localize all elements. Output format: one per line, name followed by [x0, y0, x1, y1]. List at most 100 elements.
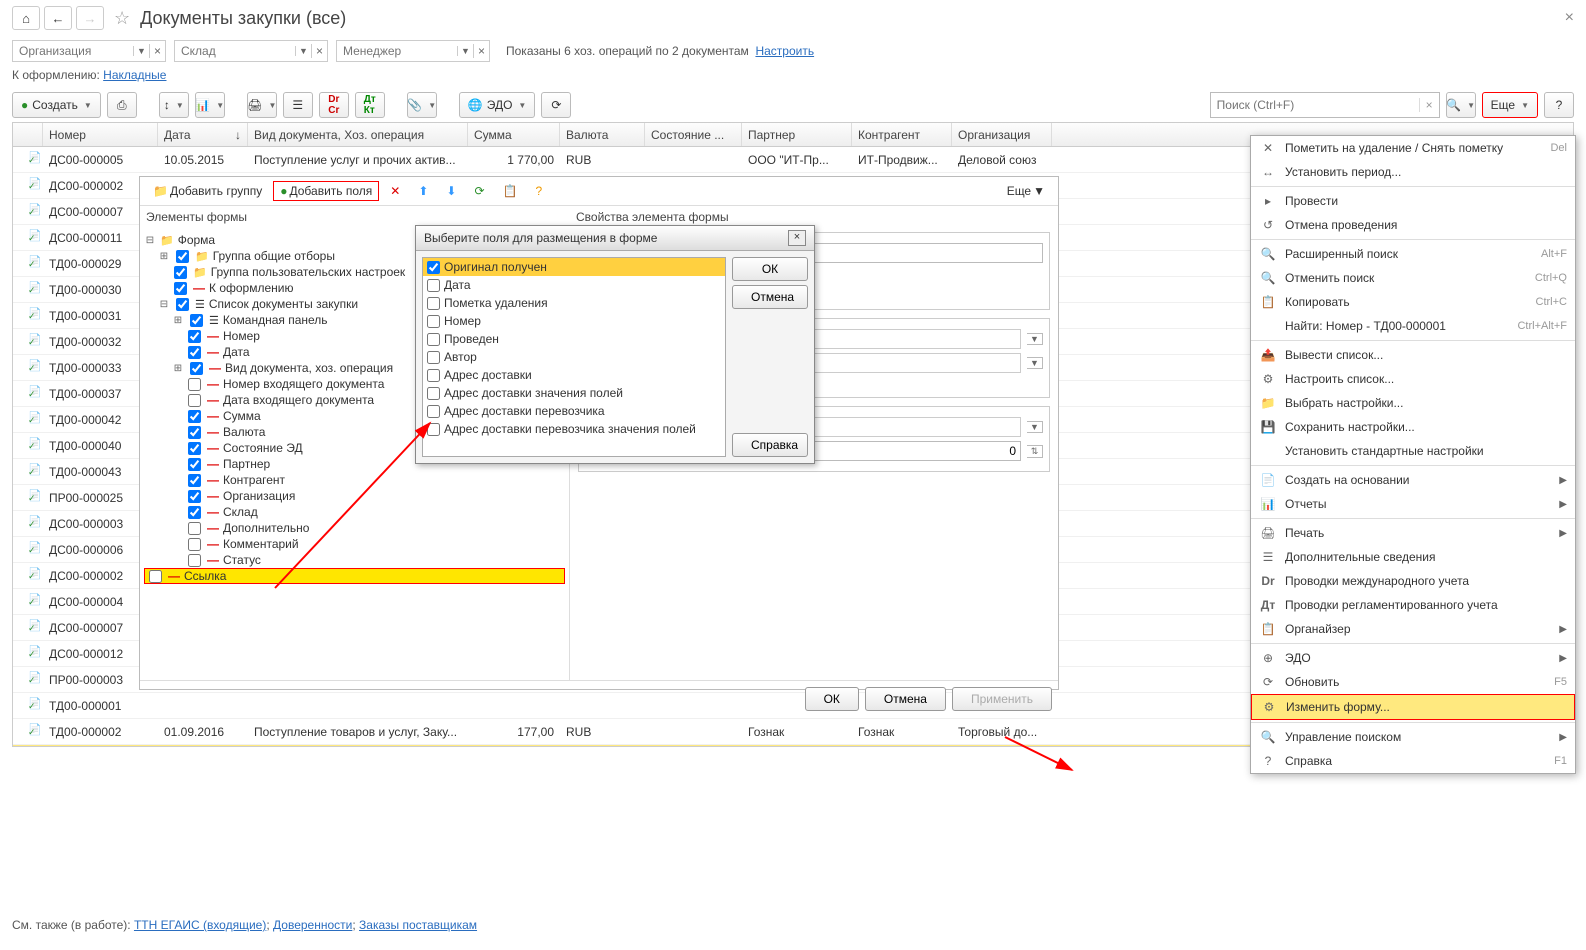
field-item[interactable]: Автор — [423, 348, 725, 366]
menu-item[interactable]: ☰Дополнительные сведения — [1251, 545, 1575, 569]
close-icon[interactable]: × — [1565, 9, 1574, 27]
tree-item[interactable]: —Склад — [144, 504, 565, 520]
field-item[interactable]: Дата — [423, 276, 725, 294]
menu-item[interactable]: DrПроводки международного учета — [1251, 569, 1575, 593]
tree-item[interactable]: —Ссылка — [144, 568, 565, 584]
menu-item[interactable]: ✕Пометить на удаление / Снять пометкуDel — [1251, 136, 1575, 160]
editor-ok-button[interactable]: ОК — [805, 687, 859, 711]
status-button[interactable]: ↕▼ — [159, 92, 189, 118]
menu-item[interactable]: ⚙Изменить форму... — [1251, 694, 1575, 720]
field-item[interactable]: Адрес доставки — [423, 366, 725, 384]
menu-item[interactable]: 🔍Управление поиском▶ — [1251, 725, 1575, 749]
menu-item[interactable]: 📊Отчеты▶ — [1251, 492, 1575, 516]
menu-item[interactable]: 📁Выбрать настройки... — [1251, 391, 1575, 415]
menu-item[interactable]: 📋КопироватьCtrl+C — [1251, 290, 1575, 314]
back-button[interactable]: ← — [44, 6, 72, 30]
refresh-button[interactable]: ⟳ — [541, 92, 571, 118]
excel-button[interactable]: 📊▼ — [195, 92, 225, 118]
menu-item[interactable]: ↺Отмена проведения — [1251, 213, 1575, 237]
footer-link-1[interactable]: ТТН ЕГАИС (входящие) — [134, 918, 266, 932]
tree-item[interactable]: —Контрагент — [144, 472, 565, 488]
modal-help-button[interactable]: Справка — [732, 433, 808, 457]
menu-item[interactable]: 🖨Печать▶ — [1251, 521, 1575, 545]
menu-item[interactable]: 💾Сохранить настройки... — [1251, 415, 1575, 439]
editor-apply-button[interactable]: Применить — [952, 687, 1052, 711]
copy-tree-button[interactable]: 📋 — [496, 181, 525, 201]
help-button[interactable]: ? — [1544, 92, 1574, 118]
col-num[interactable]: Номер — [43, 123, 158, 146]
add-fields-button[interactable]: ●Добавить поля — [273, 181, 379, 201]
field-item[interactable]: Оригинал получен — [423, 258, 725, 276]
field-item[interactable]: Номер — [423, 312, 725, 330]
search-clear-icon[interactable]: × — [1419, 98, 1439, 112]
modal-cancel-button[interactable]: Отмена — [732, 285, 808, 309]
delete-button[interactable]: ✕ — [383, 181, 407, 201]
field-list[interactable]: Оригинал полученДатаПометка удаленияНоме… — [422, 257, 726, 457]
menu-item[interactable]: 🔍Расширенный поискAlt+F — [1251, 242, 1575, 266]
copy-button[interactable]: ⎙ — [107, 92, 137, 118]
move-up-button[interactable]: ⬆ — [411, 181, 435, 201]
attach-button[interactable]: 📎▼ — [407, 92, 437, 118]
search-button[interactable]: 🔍▼ — [1446, 92, 1476, 118]
col-type[interactable]: Вид документа, Хоз. операция — [248, 123, 468, 146]
menu-item[interactable]: 📋Органайзер▶ — [1251, 617, 1575, 641]
menu-item[interactable]: ДтПроводки регламентированного учета — [1251, 593, 1575, 617]
tree-item[interactable]: —Комментарий — [144, 536, 565, 552]
modal-close-icon[interactable]: × — [788, 230, 806, 246]
menu-item[interactable]: ?СправкаF1 — [1251, 749, 1575, 773]
configure-link[interactable]: Настроить — [755, 44, 814, 58]
menu-item[interactable]: ⊕ЭДО▶ — [1251, 646, 1575, 670]
chevron-down-icon[interactable]: ▼ — [133, 46, 149, 56]
clear-icon[interactable]: × — [311, 44, 327, 58]
chevron-down-icon[interactable]: ▼ — [1027, 333, 1043, 345]
col-date[interactable]: Дата↓ — [158, 123, 248, 146]
nakladnye-link[interactable]: Накладные — [103, 68, 166, 82]
chevron-down-icon[interactable]: ▼ — [457, 46, 473, 56]
dt-button[interactable]: ДтКт — [355, 92, 385, 118]
footer-link-3[interactable]: Заказы поставщикам — [359, 918, 477, 932]
sklad-input[interactable] — [175, 42, 295, 60]
menu-item[interactable]: ↔Установить период... — [1251, 160, 1575, 184]
col-partner[interactable]: Партнер — [742, 123, 852, 146]
col-state[interactable]: Состояние ... — [645, 123, 742, 146]
forward-button[interactable]: → — [76, 6, 104, 30]
more-button[interactable]: Еще▼ — [1482, 92, 1538, 118]
chevron-down-icon[interactable]: ▼ — [1027, 421, 1043, 433]
editor-more-button[interactable]: Еще▼ — [1000, 181, 1052, 201]
help-tree-button[interactable]: ? — [528, 181, 549, 201]
menu-item[interactable]: ⚙Настроить список... — [1251, 367, 1575, 391]
home-button[interactable]: ⌂ — [12, 6, 40, 30]
add-group-button[interactable]: 📁Добавить группу — [146, 181, 269, 201]
edo-button[interactable]: 🌐 ЭДО▼ — [459, 92, 536, 118]
sklad-filter[interactable]: ▼ × — [174, 40, 328, 62]
chevron-down-icon[interactable]: ▼ — [295, 46, 311, 56]
col-sum[interactable]: Сумма — [468, 123, 560, 146]
menu-item[interactable]: 🔍Отменить поискCtrl+Q — [1251, 266, 1575, 290]
menu-item[interactable]: 📤Вывести список... — [1251, 343, 1575, 367]
tree-item[interactable]: —Статус — [144, 552, 565, 568]
tree-item[interactable]: —Дополнительно — [144, 520, 565, 536]
menu-item[interactable]: ▸Провести — [1251, 189, 1575, 213]
move-down-button[interactable]: ⬇ — [439, 181, 463, 201]
list-button[interactable]: ☰ — [283, 92, 313, 118]
footer-link-2[interactable]: Доверенности — [273, 918, 352, 932]
col-cur[interactable]: Валюта — [560, 123, 645, 146]
field-item[interactable]: Проведен — [423, 330, 725, 348]
search-input[interactable] — [1211, 96, 1419, 114]
field-item[interactable]: Адрес доставки перевозчика — [423, 402, 725, 420]
dr-button[interactable]: DrCr — [319, 92, 349, 118]
manager-filter[interactable]: ▼ × — [336, 40, 490, 62]
tree-item[interactable]: —Организация — [144, 488, 565, 504]
field-item[interactable]: Пометка удаления — [423, 294, 725, 312]
clear-icon[interactable]: × — [149, 44, 165, 58]
refresh-tree-button[interactable]: ⟳ — [467, 181, 491, 201]
search-box[interactable]: × — [1210, 92, 1440, 118]
col-icon[interactable] — [13, 123, 43, 146]
org-filter[interactable]: ▼ × — [12, 40, 166, 62]
menu-item[interactable]: ⟳ОбновитьF5 — [1251, 670, 1575, 694]
col-org[interactable]: Организация — [952, 123, 1052, 146]
menu-item[interactable]: 📄Создать на основании▶ — [1251, 468, 1575, 492]
create-button[interactable]: ●Создать▼ — [12, 92, 101, 118]
modal-ok-button[interactable]: ОК — [732, 257, 808, 281]
org-input[interactable] — [13, 42, 133, 60]
